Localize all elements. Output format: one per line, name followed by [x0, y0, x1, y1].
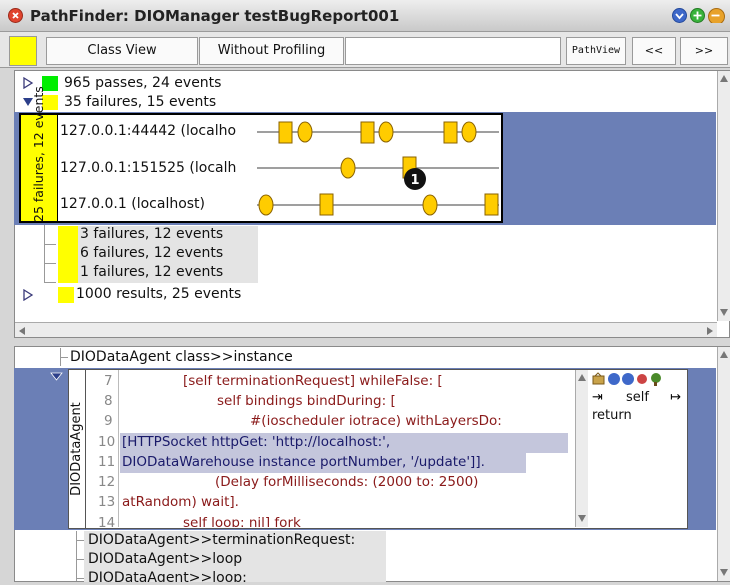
line-number: 8 [104, 393, 113, 409]
event-marker [319, 193, 334, 216]
step-over-icon[interactable]: ↦ [670, 390, 681, 405]
inspector-icons[interactable] [592, 372, 686, 386]
event-marker [297, 121, 313, 143]
scroll-arrows-icon [578, 374, 586, 522]
code-area[interactable]: 7 8 9 10 11 12 13 14 [self terminationRe… [86, 370, 574, 527]
event-marker [360, 121, 375, 144]
method-header[interactable]: DIODataAgent class>>instance [70, 349, 293, 365]
lower-vscrollbar[interactable] [717, 347, 730, 581]
line-number: 10 [98, 434, 116, 450]
line-number: 12 [98, 474, 116, 490]
passes-row[interactable]: 965 passes, 24 events [64, 75, 221, 91]
code-line: (Delay forMilliseconds: (2000 to: 2500) [215, 474, 479, 490]
tree-expand-icon[interactable] [22, 289, 34, 301]
upper-hscrollbar[interactable] [15, 322, 717, 337]
collapse-arrow-icon[interactable] [50, 372, 63, 382]
code-line: self bindings bindDuring: [ [217, 393, 396, 409]
without-profiling-button[interactable]: Without Profiling [199, 37, 344, 65]
hscroll-arrows-icon [19, 327, 713, 335]
close-icon[interactable] [8, 8, 23, 23]
event-marker [258, 194, 274, 216]
method-row[interactable]: DIODataAgent>>terminationRequest: [88, 532, 355, 548]
sub-failure-row[interactable]: 1 failures, 12 events [80, 264, 223, 280]
expand-icon[interactable] [690, 8, 705, 23]
line-number: 13 [98, 494, 116, 510]
next-button[interactable]: >> [680, 37, 728, 65]
sub-failure-indicator [58, 226, 78, 283]
event-marker [378, 121, 394, 143]
search-input[interactable] [345, 37, 561, 65]
code-line: self loop: nil] fork [183, 515, 301, 527]
code-line: atRandom) wait]. [122, 494, 239, 510]
inspect-icon[interactable] [592, 375, 605, 385]
code-line: [HTTPSocket httpGet: 'http://localhost:'… [122, 434, 391, 450]
badge-number: 1 [410, 173, 419, 188]
host-row[interactable]: 127.0.0.1 (localhost) [60, 196, 205, 212]
tree-connector [76, 578, 84, 579]
host-row[interactable]: 127.0.0.1:151525 (localh [60, 160, 236, 176]
status-indicator [9, 36, 37, 66]
menu-icon[interactable] [672, 8, 687, 23]
event-marker [340, 157, 356, 179]
tree-connector [76, 531, 77, 581]
tree-connector [76, 540, 84, 541]
tree-connector [44, 225, 45, 283]
step-icon[interactable] [622, 373, 634, 385]
event-timeline[interactable]: 1 [255, 115, 501, 221]
path-view-button[interactable]: PathView [566, 37, 626, 65]
method-row[interactable]: DIODataAgent>>loop [88, 551, 242, 567]
code-line: #(ioscheduler iotrace) withLayersDo: [250, 413, 502, 429]
event-marker [484, 193, 499, 216]
step-into-icon[interactable]: ⇥ [592, 390, 603, 405]
tree-connector [44, 244, 56, 245]
method-row[interactable]: DIODataAgent>>loop: [88, 570, 247, 582]
stack-return: return [592, 408, 632, 423]
stack-self: self [626, 390, 649, 405]
code-line: DIODataWarehouse instance portNumber, '/… [122, 454, 485, 470]
group-label-divider [57, 115, 58, 221]
tree-connector [44, 263, 56, 264]
results-indicator [58, 287, 74, 303]
code-vscrollbar[interactable] [575, 370, 588, 527]
code-line: [self terminationRequest] whileFalse: [ [183, 373, 443, 389]
tree-connector [76, 559, 84, 560]
sub-failure-row[interactable]: 3 failures, 12 events [80, 226, 223, 242]
method-row-clip: DIODataAgent>>loop: [84, 570, 386, 582]
scroll-arrows-icon [720, 351, 728, 576]
gutter-divider [118, 370, 119, 527]
line-number: 11 [98, 454, 116, 470]
event-marker [422, 194, 438, 216]
class-view-button[interactable]: Class View [46, 37, 198, 65]
bug-icon[interactable] [637, 374, 647, 384]
line-number: 9 [104, 413, 113, 429]
side-label: DIODataAgent [69, 402, 84, 496]
sub-failure-row[interactable]: 6 failures, 12 events [80, 245, 223, 261]
collapse-icon[interactable] [708, 8, 730, 23]
tree-connector [44, 282, 56, 283]
event-marker [443, 121, 458, 144]
tree-icon-trunk [654, 382, 657, 386]
group-label: 25 failures, 12 events [31, 86, 46, 222]
event-marker [461, 121, 477, 143]
previous-button[interactable]: << [632, 37, 676, 65]
window-title: PathFinder: DIOManager testBugReport001 [30, 7, 400, 25]
failures-row[interactable]: 35 failures, 15 events [64, 94, 216, 110]
upper-vscrollbar[interactable] [717, 71, 730, 321]
event-marker [278, 121, 293, 144]
scroll-arrows-icon [720, 75, 728, 316]
line-number: 14 [98, 515, 116, 527]
tree-icon[interactable] [651, 373, 661, 383]
host-row[interactable]: 127.0.0.1:44442 (localho [60, 123, 236, 139]
tree-connector [60, 357, 68, 358]
line-number: 7 [104, 373, 113, 389]
info-icon[interactable] [608, 373, 620, 385]
results-row[interactable]: 1000 results, 25 events [76, 286, 241, 302]
